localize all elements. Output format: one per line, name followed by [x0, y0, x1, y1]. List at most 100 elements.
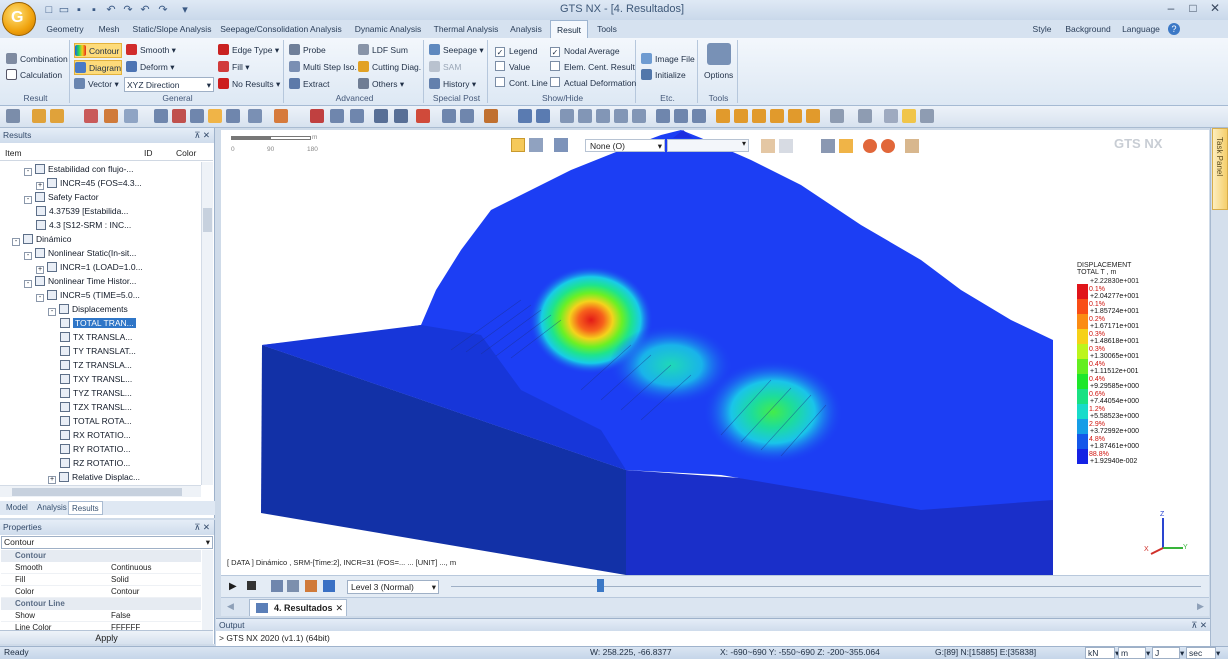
- close-icon[interactable]: ✕: [335, 600, 343, 616]
- tab-thermal[interactable]: Thermal Analysis: [430, 20, 502, 38]
- properties-selector[interactable]: Contour ▾: [1, 536, 213, 549]
- tab-result[interactable]: Result: [550, 20, 588, 38]
- tab-geometry[interactable]: Geometry: [40, 20, 90, 38]
- contour-button[interactable]: Contour: [74, 43, 122, 58]
- section-icon[interactable]: [779, 139, 793, 153]
- tree-item[interactable]: - Nonlinear Static(In-sit...: [4, 246, 200, 260]
- model-viewport[interactable]: 0 90 180 m None (O) ▾ ▾ GTS NX DISPLACEME…: [221, 130, 1209, 575]
- view-grid-icon[interactable]: [656, 109, 670, 123]
- render-mode-icon[interactable]: [511, 138, 525, 152]
- combination-button[interactable]: Combination: [6, 52, 68, 67]
- property-row[interactable]: Fill Solid: [1, 574, 201, 586]
- close-icon[interactable]: ✕: [1204, 1, 1226, 18]
- save-icon[interactable]: ▪: [72, 3, 86, 17]
- view-top-icon[interactable]: [716, 109, 730, 123]
- tab-seepage[interactable]: Seepage/Consolidation Analysis: [216, 20, 346, 38]
- collapse-icon[interactable]: -: [24, 252, 32, 260]
- move-icon[interactable]: [248, 109, 262, 123]
- view-mode-icon[interactable]: [554, 138, 568, 152]
- play-icon[interactable]: ▶: [229, 581, 237, 592]
- collapse-icon[interactable]: -: [12, 238, 20, 246]
- lock-icon[interactable]: [32, 109, 46, 123]
- zoom-window-icon[interactable]: [560, 109, 574, 123]
- render-option-icon[interactable]: [529, 138, 543, 152]
- close-icon[interactable]: ⊼ ✕: [194, 520, 214, 535]
- hide-tool-icon[interactable]: [104, 109, 118, 123]
- property-value[interactable]: Continuous: [111, 562, 151, 574]
- view-left-icon[interactable]: [752, 109, 766, 123]
- animation-settings-icon[interactable]: [287, 580, 299, 592]
- select-mesh-icon[interactable]: [374, 109, 388, 123]
- select-icon[interactable]: [310, 109, 324, 123]
- fill-dropdown[interactable]: Fill ▾: [218, 60, 250, 75]
- property-value[interactable]: False: [111, 610, 131, 622]
- smooth-dropdown[interactable]: Smooth ▾: [126, 43, 176, 58]
- tree-item[interactable]: TOTAL TRAN...: [4, 316, 200, 330]
- image-file-button[interactable]: Image File: [641, 52, 695, 67]
- tree-item[interactable]: RX ROTATIO...: [4, 428, 200, 442]
- save-as-icon[interactable]: ▪: [87, 3, 101, 17]
- close-icon[interactable]: ⊼ ✕: [194, 128, 214, 143]
- history-dropdown[interactable]: History ▾: [429, 77, 476, 92]
- document-tab-resultados[interactable]: 4. Resultados ✕: [249, 599, 347, 616]
- cutting-diag-button[interactable]: Cutting Diag.: [358, 60, 421, 75]
- view-bottom-icon[interactable]: [806, 109, 820, 123]
- view-axis-icon[interactable]: [674, 109, 688, 123]
- others-dropdown[interactable]: Others ▾: [358, 77, 404, 92]
- rotate-icon[interactable]: [596, 109, 610, 123]
- work-plane-icon[interactable]: [190, 109, 204, 123]
- tree-item[interactable]: + INCR=45 (FOS=4.3...: [4, 176, 200, 190]
- tree-item[interactable]: RY ROTATIO...: [4, 442, 200, 456]
- snap-icon[interactable]: [172, 109, 186, 123]
- pen-icon[interactable]: [484, 109, 498, 123]
- animation-level-select[interactable]: Level 3 (Normal) ▾: [347, 580, 439, 594]
- close-icon[interactable]: ⊼ ✕: [1191, 619, 1211, 631]
- scrollbar-thumb[interactable]: [203, 208, 212, 232]
- options-icon[interactable]: [707, 43, 731, 65]
- vector-dropdown[interactable]: Vector ▾: [74, 77, 119, 92]
- tree-item[interactable]: 4.37539 [Estabilida...: [4, 204, 200, 218]
- check-icon[interactable]: [460, 109, 474, 123]
- multi-step-button[interactable]: Multi Step Iso.: [289, 60, 357, 75]
- undo-list-icon[interactable]: ↶: [138, 3, 152, 17]
- origin-icon[interactable]: [274, 109, 288, 123]
- tree-item[interactable]: - Dinámico: [4, 232, 200, 246]
- rotate-left-icon[interactable]: [614, 109, 628, 123]
- zoom-fit-icon[interactable]: [536, 109, 550, 123]
- customize-qat-icon[interactable]: ▾: [178, 3, 192, 17]
- pointer-tool-icon[interactable]: [6, 109, 20, 123]
- scrollbar-thumb[interactable]: [12, 488, 182, 496]
- animation-slider-thumb[interactable]: [597, 579, 604, 592]
- tree-item[interactable]: - Nonlinear Time Histor...: [4, 274, 200, 288]
- unit-force-select[interactable]: kN▾: [1085, 647, 1119, 659]
- tab-scroll-left-icon[interactable]: ◀: [227, 601, 234, 612]
- shading-icon[interactable]: [884, 109, 898, 123]
- tree-item[interactable]: TZ TRANSLA...: [4, 358, 200, 372]
- tab-analysis[interactable]: Analysis: [502, 20, 550, 38]
- seepage-dropdown[interactable]: Seepage ▾: [429, 43, 484, 58]
- probe-button[interactable]: Probe: [289, 43, 326, 58]
- select-geometry-icon[interactable]: [394, 109, 408, 123]
- legend-checkbox[interactable]: ✓ Legend: [495, 44, 537, 59]
- tab-model[interactable]: Model: [3, 501, 31, 515]
- maximize-icon[interactable]: □: [1182, 1, 1204, 18]
- menu-background[interactable]: Background: [1060, 20, 1116, 38]
- cont-line-checkbox[interactable]: Cont. Line: [495, 76, 548, 91]
- shading-edge-icon[interactable]: [902, 109, 916, 123]
- collapse-icon[interactable]: -: [24, 168, 32, 176]
- tab-scroll-right-icon[interactable]: ▶: [1197, 601, 1204, 612]
- tree-horizontal-scrollbar[interactable]: [0, 485, 201, 497]
- nodal-average-checkbox[interactable]: ✓ Nodal Average: [550, 44, 620, 59]
- grid-icon[interactable]: [154, 109, 168, 123]
- tab-results-panel[interactable]: Results: [68, 501, 103, 515]
- pan-icon[interactable]: [632, 109, 646, 123]
- no-results-dropdown[interactable]: No Results ▾: [218, 77, 280, 92]
- menu-style[interactable]: Style: [1024, 20, 1060, 38]
- animation-export-icon[interactable]: [305, 580, 317, 592]
- transparency-icon[interactable]: [920, 109, 934, 123]
- display-tool-icon[interactable]: [84, 109, 98, 123]
- probe-view-icon[interactable]: [905, 139, 919, 153]
- tab-static-slope[interactable]: Static/Slope Analysis: [128, 20, 216, 38]
- expand-icon[interactable]: +: [36, 182, 44, 190]
- diagram-button[interactable]: Diagram: [74, 60, 122, 75]
